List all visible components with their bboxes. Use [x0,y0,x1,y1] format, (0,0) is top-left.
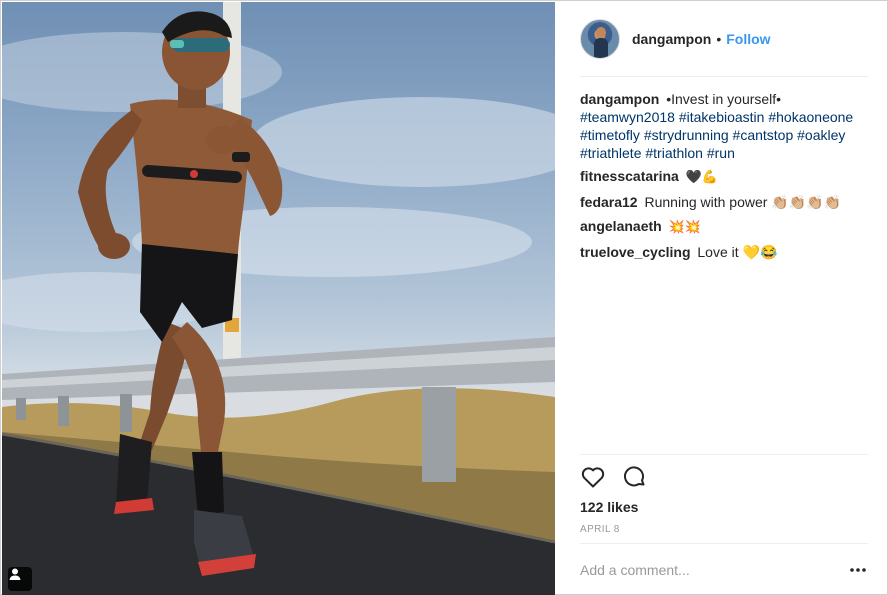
comment-item: fitnesscatarina 🖤💪 [580,167,864,187]
comments-list: dangampon •Invest in yourself• #teamwyn2… [580,90,864,267]
caption-username[interactable]: dangampon [580,91,659,107]
comment-text: Love it 💛😂 [697,244,778,260]
hashtag-link[interactable]: #strydrunning [644,127,729,143]
actions-divider [580,454,868,455]
runner-photo-illustration [2,2,555,595]
avatar[interactable] [580,19,620,59]
comment-input[interactable] [580,561,830,578]
hashtag-link[interactable]: #cantstop [733,127,794,143]
comment-text: 💥💥 [668,220,701,235]
post-header: dangampon • Follow [580,2,868,77]
comment-item: angelanaeth 💥💥 [580,217,864,237]
comment-item: truelove_cycling Love it 💛😂 [580,243,864,261]
post-caption: dangampon •Invest in yourself• #teamwyn2… [580,90,864,162]
comment-bubble-icon[interactable] [622,464,648,490]
post-sidebar: dangampon • Follow dangampon •Invest in … [556,2,888,595]
comment-item: fedara12 Running with power 👏🏼👏🏼👏🏼👏🏼 [580,193,864,211]
hashtag-link[interactable]: #run [707,145,735,161]
comment-text: 🖤💪 [685,170,719,185]
separator-dot: • [716,31,722,47]
comment-username[interactable]: truelove_cycling [580,244,691,260]
hashtag-link[interactable]: #teamwyn2018 [580,109,675,125]
more-options-icon[interactable] [848,560,868,580]
comment-username[interactable]: fitnesscatarina [580,168,679,184]
hashtag-link[interactable]: #timetofly [580,127,640,143]
follow-button[interactable]: Follow [726,31,770,47]
username-link[interactable]: dangampon [632,31,711,47]
hashtag-link[interactable]: #triathlete [580,145,641,161]
post-date[interactable]: APRIL 8 [580,524,620,535]
hashtag-link[interactable]: #oakley [797,127,845,143]
comment-username[interactable]: angelanaeth [580,218,662,234]
hashtag-link[interactable]: #itakebioastin [679,109,765,125]
comment-text: Running with power 👏🏼👏🏼👏🏼👏🏼 [644,194,842,210]
hashtag-link[interactable]: #hokaoneone [768,109,853,125]
likes-count[interactable]: 122 likes [580,499,638,515]
heart-icon[interactable] [580,464,606,490]
comment-username[interactable]: fedara12 [580,194,638,210]
action-bar [580,464,648,490]
caption-text: •Invest in yourself• [666,91,782,107]
user-tag-icon[interactable] [8,567,32,591]
add-comment-bar [580,543,868,595]
post-photo[interactable] [2,2,555,595]
hashtag-link[interactable]: #triathlon [645,145,703,161]
post-modal: dangampon • Follow dangampon •Invest in … [0,0,888,595]
